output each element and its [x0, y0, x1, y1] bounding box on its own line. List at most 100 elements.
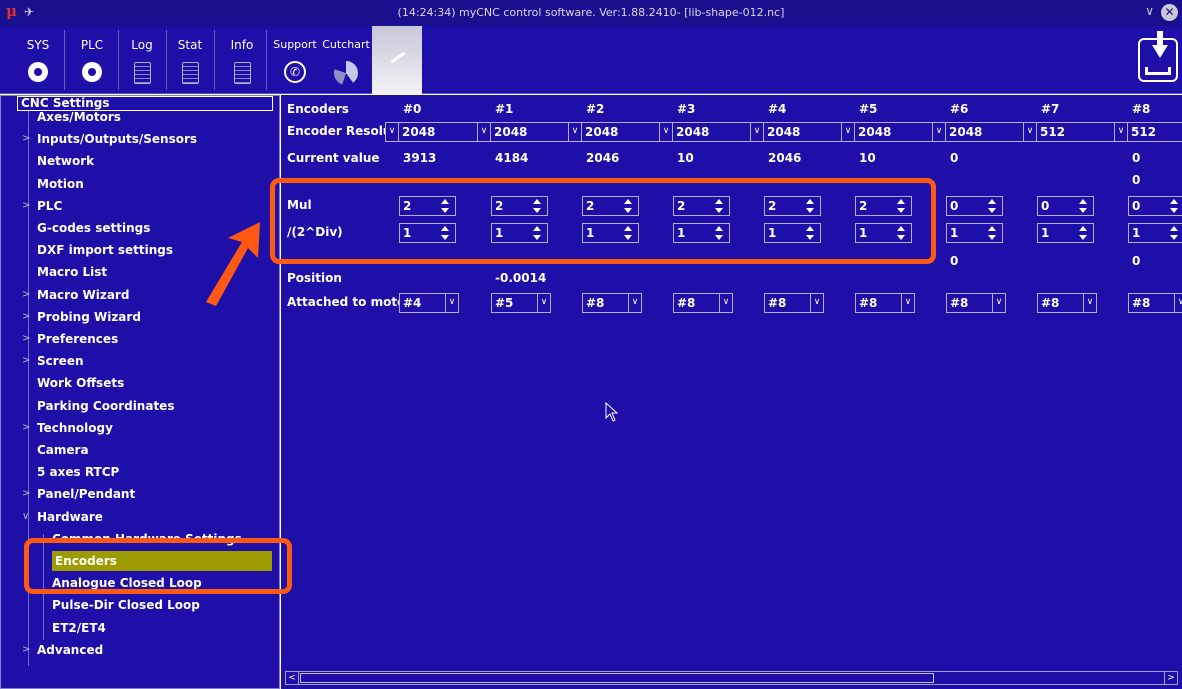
mul-spinbox[interactable]: 0	[1037, 196, 1094, 216]
dropdown-chevron-icon[interactable]: ∨	[569, 123, 582, 141]
dropdown-chevron-icon[interactable]: ∨	[810, 294, 823, 312]
dropdown-chevron-icon[interactable]: ∨	[719, 294, 732, 312]
encoder-resolution-select[interactable]: ∨ 512	[1023, 122, 1122, 142]
attached-motor-select[interactable]: #8 ∨	[673, 293, 733, 313]
tree-item-plc[interactable]: > PLC	[22, 196, 62, 216]
log-button[interactable]: Log	[124, 26, 160, 94]
encoder-resolution-select[interactable]: ∨ 2048	[841, 122, 940, 142]
spin-down-icon[interactable]	[1079, 235, 1087, 240]
attached-motor-select[interactable]: #4 ∨	[399, 293, 459, 313]
tree-item-pulse-dir-closed-loop[interactable]: Pulse-Dir Closed Loop	[52, 595, 200, 615]
spin-down-icon[interactable]	[1170, 208, 1178, 213]
dropdown-chevron-icon[interactable]: ∨	[751, 123, 764, 141]
tree-item-advanced[interactable]: > Advanced	[22, 640, 103, 660]
plc-button[interactable]: PLC	[72, 26, 112, 94]
dropdown-chevron-icon[interactable]: ∨	[842, 123, 855, 141]
spin-up-icon[interactable]	[1079, 199, 1087, 204]
dropdown-chevron-icon[interactable]: ∨	[1083, 294, 1096, 312]
tree-item-g-codes-settings[interactable]: G-codes settings	[37, 218, 150, 238]
dropdown-chevron-icon[interactable]: ∨	[1024, 123, 1037, 141]
tree-item-technology[interactable]: > Technology	[22, 418, 113, 438]
tree-item-work-offsets[interactable]: Work Offsets	[37, 373, 124, 393]
scroll-right-icon[interactable]: >	[1164, 672, 1177, 684]
expand-chevron-icon[interactable]: >	[22, 418, 30, 438]
dropdown-chevron-icon[interactable]: ∨	[660, 123, 673, 141]
sys-button[interactable]: SYS	[20, 26, 56, 94]
dropdown-chevron-icon[interactable]: ∨	[628, 294, 641, 312]
expand-chevron-icon[interactable]: >	[22, 640, 30, 660]
expand-chevron-icon[interactable]: >	[22, 307, 30, 327]
spin-up-icon[interactable]	[1170, 199, 1178, 204]
dropdown-chevron-icon[interactable]: ∨	[992, 294, 1005, 312]
encoder-resolution-select[interactable]: ∨ 2048	[568, 122, 667, 142]
dropdown-chevron-icon[interactable]: ∨	[386, 123, 399, 141]
cutchart-button[interactable]: Cutchart	[320, 26, 372, 94]
div-spinbox[interactable]: 1	[1128, 223, 1182, 243]
tree-item-motion[interactable]: Motion	[37, 174, 84, 194]
horizontal-scrollbar[interactable]: < >	[285, 671, 1178, 685]
encoder-resolution-select[interactable]: ∨ 2048	[659, 122, 758, 142]
encoder-resolution-select[interactable]: ∨ 2048	[932, 122, 1031, 142]
encoder-resolution-select[interactable]: ∨ 512	[1114, 122, 1182, 142]
div-spinbox[interactable]: 1	[1037, 223, 1094, 243]
encoder-resolution-select[interactable]: ∨ 2048	[750, 122, 849, 142]
tree-item-axes-motors[interactable]: Axes/Motors	[37, 107, 121, 127]
tree-item-5-axes-rtcp[interactable]: 5 axes RTCP	[37, 462, 119, 482]
faded-toolbar-button[interactable]	[372, 26, 422, 94]
dropdown-chevron-icon[interactable]: ∨	[478, 123, 491, 141]
minimize-chevron-icon[interactable]: ∨	[1145, 4, 1154, 18]
tree-item-et2-et4[interactable]: ET2/ET4	[52, 618, 106, 638]
expand-chevron-icon[interactable]: >	[22, 329, 30, 349]
support-button[interactable]: Support ✆	[270, 26, 320, 94]
info-button[interactable]: Info	[222, 26, 262, 94]
attached-motor-select[interactable]: #8 ∨	[855, 293, 915, 313]
expand-chevron-icon[interactable]: >	[22, 285, 30, 305]
dropdown-chevron-icon[interactable]: ∨	[445, 294, 458, 312]
tree-item-parking-coordinates[interactable]: Parking Coordinates	[37, 396, 174, 416]
mul-spinbox[interactable]: 0	[946, 196, 1003, 216]
scroll-left-icon[interactable]: <	[286, 672, 299, 684]
dropdown-chevron-icon[interactable]: ∨	[901, 294, 914, 312]
tree-item-probing-wizard[interactable]: > Probing Wizard	[22, 307, 141, 327]
expand-chevron-icon[interactable]: >	[22, 129, 30, 149]
scrollbar-thumb[interactable]	[300, 673, 934, 683]
div-spinbox[interactable]: 1	[946, 223, 1003, 243]
tree-item-inputs-outputs-sensors[interactable]: > Inputs/Outputs/Sensors	[22, 129, 197, 149]
attached-motor-select[interactable]: #8 ∨	[946, 293, 1006, 313]
tree-item-macro-wizard[interactable]: > Macro Wizard	[22, 285, 129, 305]
spin-up-icon[interactable]	[988, 226, 996, 231]
spin-up-icon[interactable]	[988, 199, 996, 204]
attached-motor-select[interactable]: #8 ∨	[582, 293, 642, 313]
spin-down-icon[interactable]	[988, 235, 996, 240]
mul-spinbox[interactable]: 0	[1128, 196, 1182, 216]
tree-item-dxf-import-settings[interactable]: DXF import settings	[37, 240, 173, 260]
spin-down-icon[interactable]	[988, 208, 996, 213]
expand-chevron-icon[interactable]: >	[22, 196, 30, 216]
encoder-resolution-select[interactable]: ∨ 2048	[385, 122, 484, 142]
download-save-button[interactable]	[1138, 31, 1178, 82]
tree-item-macro-list[interactable]: Macro List	[37, 262, 107, 282]
tree-item-preferences[interactable]: > Preferences	[22, 329, 118, 349]
tree-item-camera[interactable]: Camera	[37, 440, 89, 460]
tree-item-hardware[interactable]: ∨ Hardware	[22, 507, 103, 527]
spin-up-icon[interactable]	[1079, 226, 1087, 231]
encoder-resolution-select[interactable]: ∨ 2048	[477, 122, 576, 142]
attached-motor-select[interactable]: #8 ∨	[1037, 293, 1097, 313]
spin-down-icon[interactable]	[1079, 208, 1087, 213]
close-window-button[interactable]: ✕	[1161, 4, 1178, 21]
attached-motor-select[interactable]: #8 ∨	[764, 293, 824, 313]
collapse-chevron-icon[interactable]: ∨	[22, 507, 29, 527]
attached-motor-select[interactable]: #8 ∨	[1128, 293, 1182, 313]
expand-chevron-icon[interactable]: >	[22, 351, 30, 371]
dropdown-chevron-icon[interactable]: ∨	[537, 294, 550, 312]
tree-item-panel-pendant[interactable]: > Panel/Pendant	[22, 484, 135, 504]
tree-item-screen[interactable]: > Screen	[22, 351, 84, 371]
spin-down-icon[interactable]	[1170, 235, 1178, 240]
spin-up-icon[interactable]	[1170, 226, 1178, 231]
dropdown-chevron-icon[interactable]: ∨	[1115, 123, 1128, 141]
dropdown-chevron-icon[interactable]: ∨	[933, 123, 946, 141]
attached-motor-select[interactable]: #5 ∨	[491, 293, 551, 313]
expand-chevron-icon[interactable]: >	[22, 484, 30, 504]
tree-item-network[interactable]: Network	[37, 151, 94, 171]
dropdown-chevron-icon[interactable]: ∨	[1174, 294, 1182, 312]
